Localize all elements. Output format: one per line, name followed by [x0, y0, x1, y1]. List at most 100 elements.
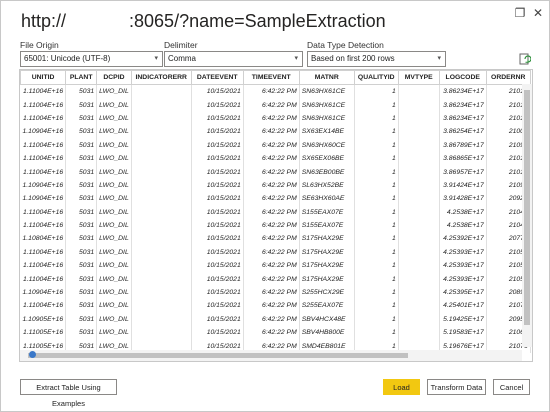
table-cell: 1.11004E+16	[20, 138, 67, 152]
table-cell: 1	[354, 299, 399, 313]
table-row[interactable]: 1.10904E+16 5031 LWO_DIL 10/15/2021 6:42:22 …	[20, 192, 531, 206]
table-cell: S175HAX29E	[299, 232, 355, 246]
table-cell: 1	[354, 178, 399, 193]
vertical-scrollbar[interactable]	[522, 84, 532, 347]
table-cell: 5031	[65, 272, 98, 286]
table-row[interactable]: 1.11004E+16 5031 LWO_DIL 10/15/2021 6:42:22 …	[20, 259, 531, 273]
table-cell	[398, 138, 440, 152]
table-cell: LWO_DIL	[96, 312, 132, 327]
refresh-icon[interactable]	[519, 53, 531, 65]
table-cell: LWO_DIL	[96, 192, 132, 206]
table-cell: 5031	[65, 326, 98, 340]
table-row[interactable]: 1.11004E+16 5031 LWO_DIL 10/15/2021 6:42:22 …	[20, 218, 531, 233]
table-cell: 5031	[65, 259, 98, 273]
data-type-detection-select[interactable]: Based on first 200 rows ▾	[307, 51, 446, 67]
table-row[interactable]: 1.11004E+16 5031 LWO_DIL 10/15/2021 6:42:22 …	[20, 98, 531, 112]
table-cell: 3.86234E+17	[439, 84, 487, 99]
table-cell	[131, 299, 192, 313]
transform-data-button[interactable]: Transform Data	[427, 379, 486, 395]
table-row[interactable]: 1.11004E+16 5031 LWO_DIL 10/15/2021 6:42:22 …	[20, 205, 531, 219]
horizontal-scroll-thumb[interactable]	[28, 353, 408, 358]
table-cell: 4.25395E+17	[439, 285, 487, 300]
column-header[interactable]: ORDERNR	[485, 70, 531, 85]
table-row[interactable]: 1.10904E+16 5031 LWO_DIL 10/15/2021 6:42:22 …	[20, 285, 531, 300]
table-row[interactable]: 1.11004E+16 5031 LWO_DIL 10/15/2021 6:42:22 …	[20, 272, 531, 286]
table-row[interactable]: 1.10905E+16 5031 LWO_DIL 10/15/2021 6:42:22 …	[20, 312, 531, 327]
column-header[interactable]: MVTYPE	[397, 70, 440, 85]
table-cell: 1	[354, 272, 399, 286]
close-icon[interactable]: ✕	[531, 6, 545, 20]
table-cell: LWO_DIL	[96, 111, 132, 126]
table-cell: 6:42:22 PM	[243, 299, 300, 313]
table-cell: 6:42:22 PM	[243, 259, 300, 273]
table-row[interactable]: 1.11005E+16 5031 LWO_DIL 10/15/2021 6:42:22 …	[20, 326, 531, 340]
column-header[interactable]: QUALITYID	[353, 70, 399, 85]
file-origin-select[interactable]: 65001: Unicode (UTF-8) ▾	[20, 51, 163, 67]
column-header[interactable]: LOGCODE	[438, 70, 487, 85]
table-cell: 5.19425E+17	[439, 312, 487, 327]
table-cell: 6:42:22 PM	[243, 285, 300, 300]
preview-table: UNITID PLANT DCPID INDICATORERR DATEEVENT TIM…	[20, 70, 531, 353]
table-cell	[398, 205, 440, 219]
table-cell: LWO_DIL	[96, 272, 132, 286]
table-row[interactable]: 1.11004E+16 5031 LWO_DIL 10/15/2021 6:42:22 …	[20, 111, 531, 126]
file-origin-value: 65001: Unicode (UTF-8)	[24, 54, 111, 63]
table-cell: 1	[354, 98, 399, 112]
table-cell: S175HAX29E	[299, 245, 355, 260]
chevron-down-icon: ▾	[437, 55, 441, 62]
restore-icon[interactable]: ❐	[513, 6, 527, 20]
horizontal-scrollbar[interactable]	[20, 350, 522, 361]
table-cell: LWO_DIL	[96, 178, 132, 193]
table-cell: SX65EX06BE	[299, 151, 355, 166]
table-cell: 4.25401E+17	[439, 299, 487, 313]
file-origin-label: File Origin	[20, 40, 59, 50]
table-cell	[131, 125, 192, 139]
table-cell: 6:42:22 PM	[243, 192, 300, 206]
table-cell: 1.10904E+16	[20, 192, 67, 206]
table-row[interactable]: 1.10804E+16 5031 LWO_DIL 10/15/2021 6:42:22 …	[20, 232, 531, 246]
table-cell: 10/15/2021	[191, 218, 244, 233]
table-cell: 4.25393E+17	[439, 259, 487, 273]
table-row[interactable]: 1.11004E+16 5031 LWO_DIL 10/15/2021 6:42:22 …	[20, 151, 531, 166]
table-cell: LWO_DIL	[96, 326, 132, 340]
column-header[interactable]: MATNR	[298, 70, 355, 85]
table-cell: LWO_DIL	[96, 151, 132, 166]
table-row[interactable]: 1.11004E+16 5031 LWO_DIL 10/15/2021 6:42:22 …	[20, 245, 531, 260]
table-row[interactable]: 1.11004E+16 5031 LWO_DIL 10/15/2021 6:42:22 …	[20, 84, 531, 99]
column-header[interactable]: TIMEEVENT	[242, 70, 300, 85]
table-cell: 5031	[65, 165, 98, 179]
column-header[interactable]: DCPID	[96, 70, 132, 85]
table-cell: 5031	[65, 218, 98, 233]
column-header[interactable]: PLANT	[65, 70, 98, 85]
column-header[interactable]: DATEEVENT	[190, 70, 244, 85]
cancel-button[interactable]: Cancel	[493, 379, 530, 395]
table-cell: 6:42:22 PM	[243, 205, 300, 219]
vertical-scroll-thumb[interactable]	[524, 90, 530, 325]
table-cell	[398, 111, 440, 126]
table-cell: 5.19583E+17	[439, 326, 487, 340]
table-cell	[398, 299, 440, 313]
delimiter-select[interactable]: Comma ▾	[164, 51, 303, 67]
column-header[interactable]: UNITID	[20, 70, 67, 85]
table-cell: 1	[354, 259, 399, 273]
table-cell: LWO_DIL	[96, 205, 132, 219]
table-cell: 1	[354, 232, 399, 246]
column-header[interactable]: INDICATORERR	[130, 70, 192, 85]
table-row[interactable]: 1.10904E+16 5031 LWO_DIL 10/15/2021 6:42:22 …	[20, 125, 531, 139]
table-cell: 6:42:22 PM	[243, 232, 300, 246]
table-cell: 6:42:22 PM	[243, 312, 300, 327]
table-cell: 1.10904E+16	[20, 125, 67, 139]
table-cell: 1.10804E+16	[20, 232, 67, 246]
table-row[interactable]: 1.10904E+16 5031 LWO_DIL 10/15/2021 6:42:22 …	[20, 178, 531, 193]
data-preview-grid[interactable]: UNITID PLANT DCPID INDICATORERR DATEEVENT TIM…	[19, 69, 533, 362]
table-cell: 1	[354, 245, 399, 260]
table-cell: 1.10904E+16	[20, 285, 67, 300]
table-cell: 6:42:22 PM	[243, 326, 300, 340]
table-cell: 3.86957E+17	[439, 165, 487, 179]
table-row[interactable]: 1.11004E+16 5031 LWO_DIL 10/15/2021 6:42:22 …	[20, 299, 531, 313]
load-button[interactable]: Load	[383, 379, 420, 395]
table-row[interactable]: 1.11004E+16 5031 LWO_DIL 10/15/2021 6:42:22 …	[20, 165, 531, 179]
extract-table-button[interactable]: Extract Table Using Examples	[20, 379, 117, 408]
table-cell: 4.25393E+17	[439, 272, 487, 286]
table-row[interactable]: 1.11004E+16 5031 LWO_DIL 10/15/2021 6:42:22 …	[20, 138, 531, 152]
